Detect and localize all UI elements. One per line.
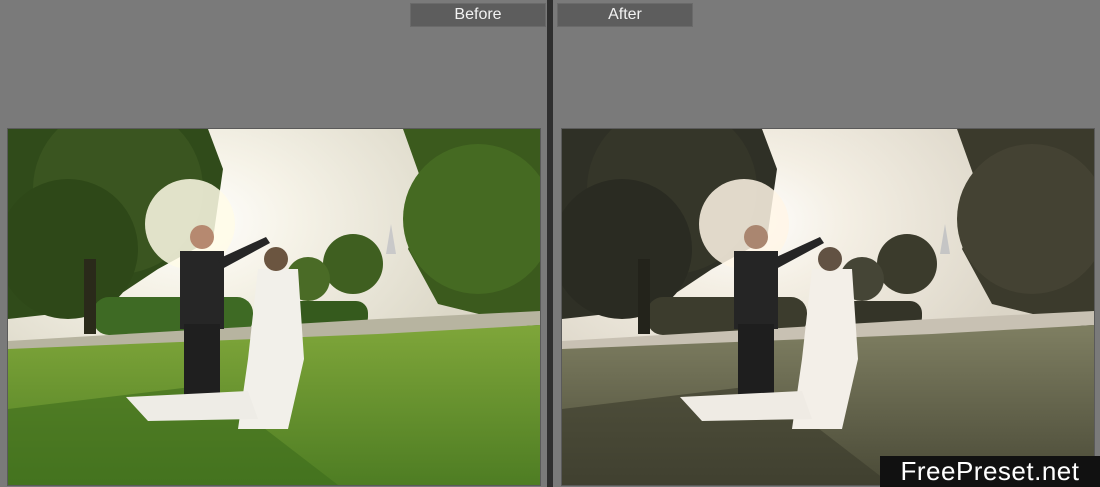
after-photo-image — [562, 129, 1094, 485]
after-pane: After — [553, 0, 1100, 487]
before-photo-image — [8, 129, 540, 485]
before-pane: Before — [0, 0, 547, 487]
after-photo[interactable] — [561, 128, 1095, 486]
before-label: Before — [410, 3, 546, 27]
after-label: After — [557, 3, 693, 27]
before-photo[interactable] — [7, 128, 541, 486]
watermark: FreePreset.net — [880, 456, 1100, 487]
